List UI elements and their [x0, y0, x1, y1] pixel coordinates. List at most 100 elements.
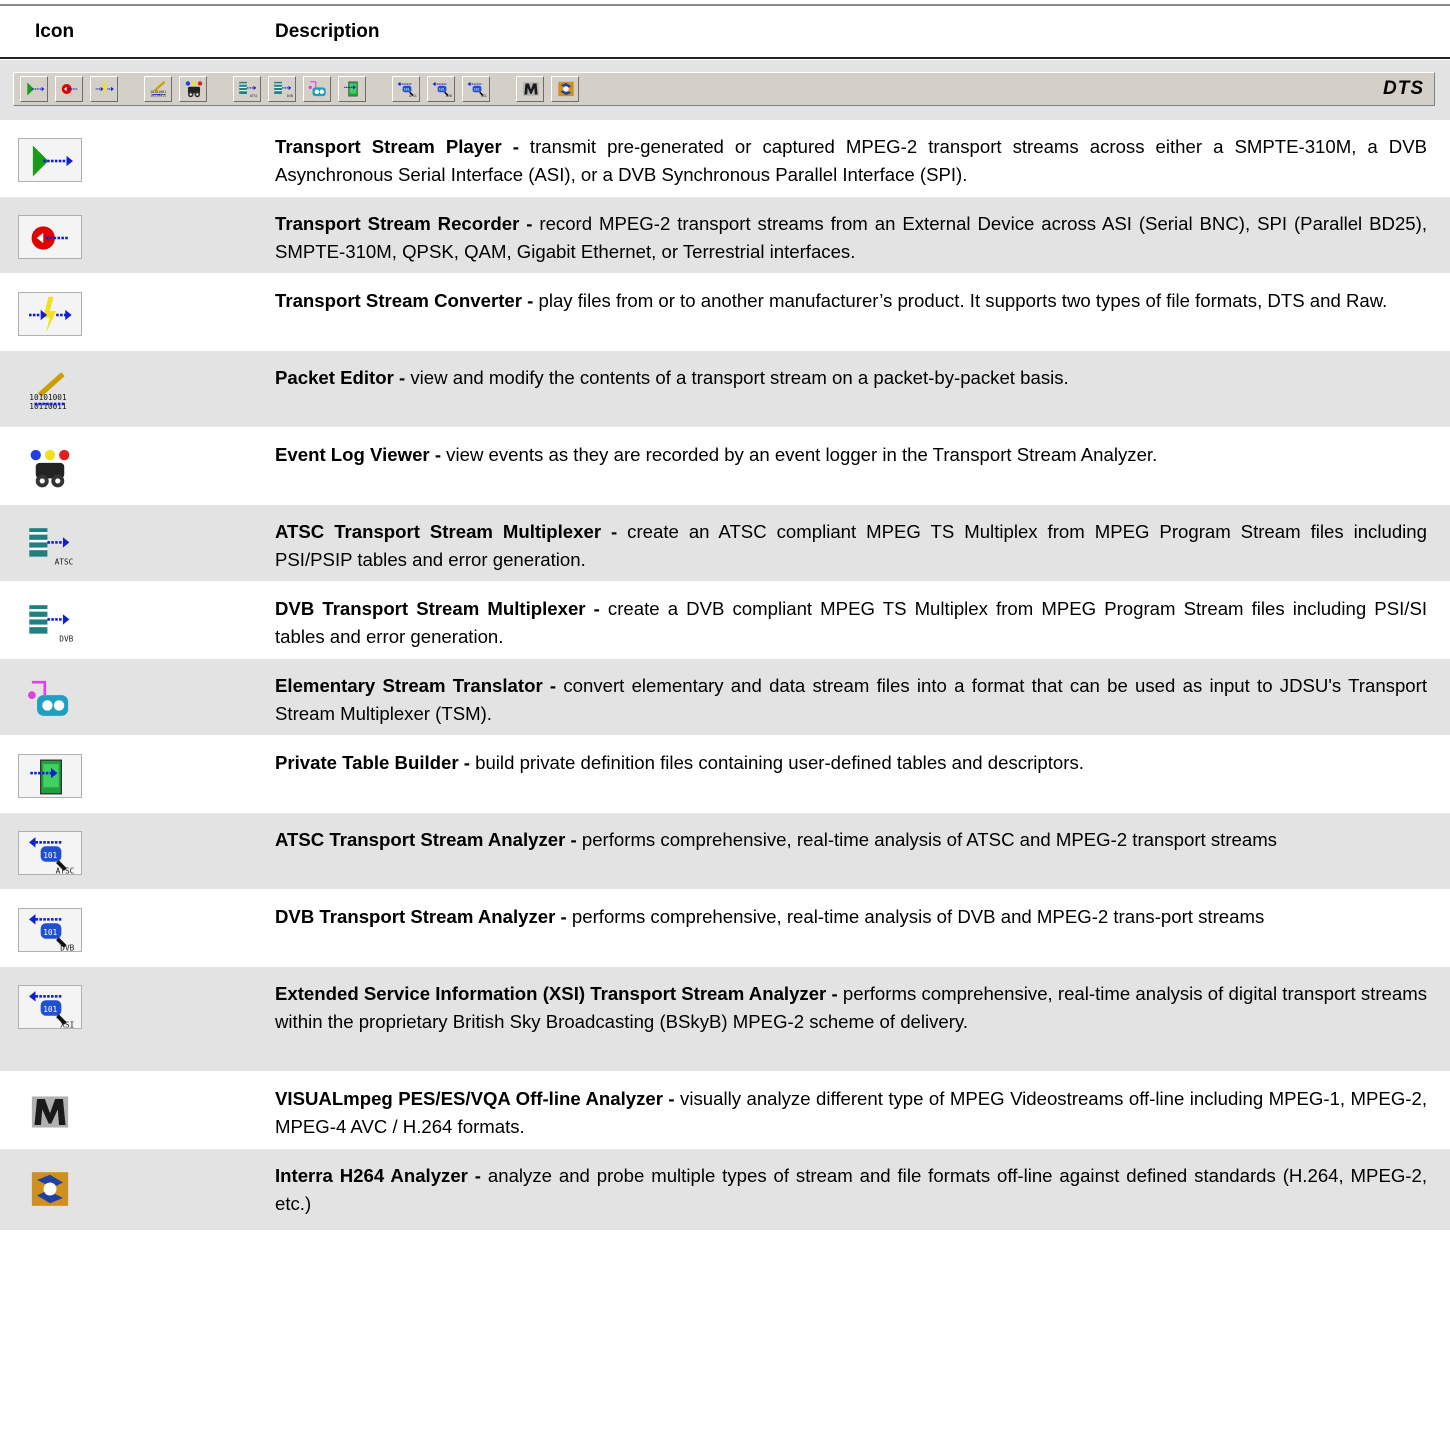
- dvb-analyzer-icon: 101 DVB: [18, 908, 82, 952]
- toolbar-button-interra[interactable]: [551, 76, 579, 102]
- recorder-icon: [18, 215, 82, 259]
- row-description: Transport Stream Player - transmit pre-g…: [275, 133, 1427, 189]
- player-icon: [18, 138, 82, 182]
- svg-text:DVB: DVB: [446, 94, 452, 98]
- toolbar-button-dvb-mux[interactable]: DVB: [268, 76, 296, 102]
- table-row: ATSC ATSC Transport Stream Multiplexer - …: [0, 505, 1450, 582]
- toolbar-button-event-log[interactable]: [179, 76, 207, 102]
- row-title: VISUALmpeg PES/ES/VQA Off-line Analyzer …: [275, 1088, 675, 1109]
- table-row: Transport Stream Converter - play files …: [0, 274, 1450, 351]
- est-icon: [18, 677, 82, 721]
- svg-text:101: 101: [43, 851, 57, 860]
- svg-text:XSI: XSI: [481, 94, 487, 98]
- toolbar-button-atsc-analyzer[interactable]: 101 ATSC: [392, 76, 420, 102]
- table-builder-icon: [18, 754, 82, 798]
- svg-text:ATSC: ATSC: [56, 866, 75, 875]
- row-description: Interra H264 Analyzer - analyze and prob…: [275, 1162, 1427, 1218]
- svg-text:DVB: DVB: [60, 943, 74, 952]
- toolbar-button-converter[interactable]: [90, 76, 118, 102]
- visualmpeg-icon: [18, 1090, 82, 1134]
- xsi-analyzer-icon: 101 XSI: [18, 985, 82, 1029]
- toolbar-button-xsi-analyzer[interactable]: 101 XSI: [462, 76, 490, 102]
- row-text: play files from or to another manufactur…: [533, 290, 1388, 311]
- table-row: Interra H264 Analyzer - analyze and prob…: [0, 1149, 1450, 1231]
- row-description: Transport Stream Recorder - record MPEG-…: [275, 210, 1427, 266]
- toolbar-row: DTS 10101001 10110011 ATSC DVB 101 ATSC 101 DVB…: [0, 60, 1450, 120]
- row-title: Transport Stream Converter -: [275, 290, 534, 311]
- row-title: DVB Transport Stream Multiplexer -: [275, 598, 600, 619]
- row-description: Packet Editor - view and modify the cont…: [275, 364, 1427, 392]
- row-description: ATSC Transport Stream Analyzer - perform…: [275, 826, 1427, 854]
- row-description: ATSC Transport Stream Multiplexer - crea…: [275, 518, 1427, 574]
- toolbar-button-packet-editor[interactable]: 10101001 10110011: [144, 76, 172, 102]
- row-title: Transport Stream Player -: [275, 136, 519, 157]
- dvb-mux-icon: DVB: [18, 600, 82, 644]
- row-title: Event Log Viewer -: [275, 444, 442, 465]
- row-text: view events as they are recorded by an e…: [441, 444, 1158, 465]
- toolbar-button-table-builder[interactable]: [338, 76, 366, 102]
- row-title: Packet Editor -: [275, 367, 406, 388]
- row-description: Event Log Viewer - view events as they a…: [275, 441, 1427, 469]
- table-row: Transport Stream Recorder - record MPEG-…: [0, 197, 1450, 274]
- header-rule: [0, 57, 1450, 59]
- row-title: Interra H264 Analyzer -: [275, 1165, 481, 1186]
- row-title: DVB Transport Stream Analyzer -: [275, 906, 567, 927]
- row-description: Extended Service Information (XSI) Trans…: [275, 980, 1427, 1036]
- interra-icon: [18, 1167, 82, 1211]
- row-description: Transport Stream Converter - play files …: [275, 287, 1427, 315]
- row-title: Extended Service Information (XSI) Trans…: [275, 983, 838, 1004]
- svg-text:ATSC: ATSC: [250, 94, 258, 98]
- table-row: DVB DVB Transport Stream Multiplexer - cr…: [0, 582, 1450, 659]
- toolbar-button-est[interactable]: [303, 76, 331, 102]
- svg-text:ATSC: ATSC: [55, 557, 74, 566]
- table-row: 10101001 10110011 Packet Editor - view and…: [0, 351, 1450, 428]
- row-text: build private definition files containin…: [469, 752, 1084, 773]
- toolbar-button-dvb-analyzer[interactable]: 101 DVB: [427, 76, 455, 102]
- table-row: 101 XSI Extended Service Information (XSI)…: [0, 967, 1450, 1072]
- table-row: 101 DVB DVB Transport Stream Analyzer - pe…: [0, 890, 1450, 967]
- tool-table: Transport Stream Player - transmit pre-g…: [0, 120, 1450, 1231]
- packet-editor-icon: 10101001 10110011: [18, 369, 82, 413]
- table-row: Elementary Stream Translator - convert e…: [0, 659, 1450, 736]
- svg-text:101: 101: [43, 1005, 57, 1014]
- svg-text:101: 101: [43, 928, 57, 937]
- svg-text:XSI: XSI: [60, 1020, 74, 1029]
- svg-text:DVB: DVB: [287, 94, 293, 98]
- row-text: performs comprehensive, real-time analys…: [576, 829, 1277, 850]
- row-description: DVB Transport Stream Analyzer - performs…: [275, 903, 1427, 931]
- row-title: Private Table Builder -: [275, 752, 470, 773]
- table-row: VISUALmpeg PES/ES/VQA Off-line Analyzer …: [0, 1072, 1450, 1149]
- svg-text:101: 101: [474, 88, 480, 92]
- row-description: Elementary Stream Translator - convert e…: [275, 672, 1427, 728]
- dts-toolbar: DTS 10101001 10110011 ATSC DVB 101 ATSC 101 DVB…: [13, 72, 1435, 106]
- toolbar-button-visualmpeg[interactable]: [516, 76, 544, 102]
- toolbar-button-recorder[interactable]: [55, 76, 83, 102]
- row-text: performs comprehensive, real-time analys…: [566, 906, 1265, 927]
- row-description: Private Table Builder - build private de…: [275, 749, 1427, 777]
- icon-column-header: Icon: [35, 21, 75, 42]
- dts-logo: DTS: [1383, 78, 1424, 99]
- atsc-analyzer-icon: 101 ATSC: [18, 831, 82, 875]
- row-title: Elementary Stream Translator -: [275, 675, 557, 696]
- svg-text:10101001: 10101001: [29, 393, 67, 402]
- table-header: Icon Description: [0, 6, 1450, 58]
- event-log-icon: [18, 446, 82, 490]
- row-text: view and modify the contents of a transp…: [405, 367, 1069, 388]
- toolbar-button-atsc-mux[interactable]: ATSC: [233, 76, 261, 102]
- svg-text:101: 101: [439, 88, 445, 92]
- atsc-mux-icon: ATSC: [18, 523, 82, 567]
- description-column-header: Description: [275, 21, 380, 42]
- toolbar-button-player[interactable]: [20, 76, 48, 102]
- table-row: Event Log Viewer - view events as they a…: [0, 428, 1450, 505]
- table-row: Transport Stream Player - transmit pre-g…: [0, 120, 1450, 197]
- row-title: ATSC Transport Stream Multiplexer -: [275, 521, 618, 542]
- table-row: Private Table Builder - build private de…: [0, 736, 1450, 813]
- row-description: VISUALmpeg PES/ES/VQA Off-line Analyzer …: [275, 1085, 1427, 1141]
- row-title: Transport Stream Recorder -: [275, 213, 533, 234]
- svg-text:DVB: DVB: [59, 634, 73, 643]
- table-row: 101 ATSC ATSC Transport Stream Analyzer - …: [0, 813, 1450, 890]
- svg-text:ATSC: ATSC: [409, 94, 417, 98]
- row-title: ATSC Transport Stream Analyzer -: [275, 829, 577, 850]
- row-description: DVB Transport Stream Multiplexer - creat…: [275, 595, 1427, 651]
- converter-icon: [18, 292, 82, 336]
